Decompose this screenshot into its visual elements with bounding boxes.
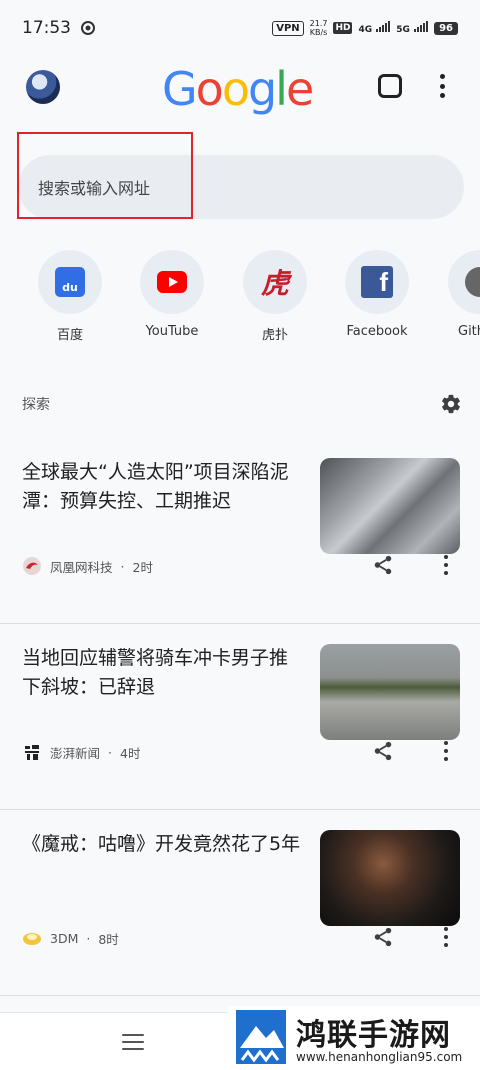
network-speed: 21.7 KB/s [310,19,328,37]
news-thumbnail[interactable] [320,644,460,740]
share-icon[interactable] [372,554,394,576]
shortcut-tiles: du 百度 YouTube 虎 虎扑 f Facebook Gith [0,250,480,350]
news-thumbnail[interactable] [320,458,460,554]
speed-unit: KB/s [309,28,328,37]
battery-indicator: 96 [434,21,458,35]
news-meta: 3DM · 8时 [22,928,119,948]
browser-header: Google [0,56,480,126]
shortcut-circle [140,250,204,314]
gear-icon[interactable] [440,393,462,415]
shortcut-label: 虎扑 [261,328,288,343]
news-meta: 澎湃新闻 · 4时 [22,742,140,762]
watermark: 鸿联手游网 www.henanhonglian95.com [228,1006,480,1070]
github-icon [465,267,480,297]
hd-badge: HD [333,22,353,34]
shortcut-circle [448,250,480,314]
watermark-logo-icon [236,1010,286,1064]
shortcut-youtube[interactable]: YouTube [122,250,222,339]
avatar[interactable] [26,70,60,104]
logo-letter: e [285,62,314,116]
signal-bars-icon [414,21,429,32]
logo-letter: l [275,62,288,116]
network-type-1: 4G [358,25,373,35]
shortcut-label: YouTube [145,324,199,339]
shortcut-facebook[interactable]: f Facebook [327,250,427,339]
signal-bars-icon [376,21,391,32]
shortcut-circle: 虎 [243,250,307,314]
ifeng-logo-icon [23,557,41,575]
news-title[interactable]: 当地回应辅警将骑车冲卡男子推下斜坡：已辞退 [22,644,304,702]
shortcut-circle: f [345,250,409,314]
baidu-glyph: du [62,281,78,294]
more-options-icon[interactable] [443,741,449,761]
status-bar: 17:53 VPN 21.7 KB/s HD 4G 5G 96 [0,0,480,56]
shortcut-baidu[interactable]: du 百度 [20,250,120,343]
logo-letter: G [162,62,198,116]
news-card[interactable]: 当地回应辅警将骑车冲卡男子推下斜坡：已辞退 澎湃新闻 · 4时 [0,624,480,810]
logo-letter: o [195,62,224,116]
news-source: 澎湃新闻 [50,745,101,761]
thepaper-logo-icon [25,745,39,760]
logo-letter: g [247,62,277,116]
more-options-icon[interactable] [443,927,449,947]
vpn-badge: VPN [272,20,304,36]
google-logo: Google [162,62,314,116]
meta-dot: · [108,744,112,760]
hupu-icon: 虎 [260,267,289,300]
baidu-icon: du [55,267,85,297]
facebook-icon: f [361,266,393,298]
watermark-url: www.henanhonglian95.com [296,1050,463,1064]
signal-4g: 4G [358,21,391,35]
news-title[interactable]: 《魔戒：咕噜》开发竟然花了5年 [22,830,304,859]
speed-value: 21.7 [309,19,328,28]
network-type-2: 5G [396,25,410,35]
meta-dot: · [120,558,125,574]
search-input[interactable]: 搜索或输入网址 [18,155,464,219]
more-options-icon[interactable] [443,555,449,575]
news-time: 8时 [98,931,119,947]
news-thumbnail[interactable] [320,830,460,926]
news-time: 2时 [132,559,153,575]
hamburger-menu-icon[interactable] [122,1034,144,1050]
shortcut-circle: du [38,250,102,314]
news-source: 3DM [50,930,79,946]
3dm-logo-icon [23,933,41,945]
tab-switcher-button[interactable] [378,74,402,98]
news-card[interactable]: 《魔戒：咕噜》开发竟然花了5年 3DM · 8时 [0,810,480,996]
share-icon[interactable] [372,740,394,762]
more-menu-button[interactable] [432,72,452,100]
news-meta: 凤凰网科技 · 2时 [22,556,153,576]
notification-icon [81,21,95,35]
news-source: 凤凰网科技 [50,559,113,575]
news-title[interactable]: 全球最大“人造太阳”项目深陷泥潭：预算失控、工期推迟 [22,458,304,516]
shortcut-label: Facebook [346,324,408,339]
shortcut-hupu[interactable]: 虎 虎扑 [225,250,325,343]
logo-letter: o [221,62,250,116]
search-placeholder: 搜索或输入网址 [38,179,151,198]
shortcut-label: 百度 [56,328,83,343]
youtube-icon [157,271,187,293]
shortcut-github[interactable]: Gith [430,250,480,339]
news-card[interactable]: 全球最大“人造太阳”项目深陷泥潭：预算失控、工期推迟 凤凰网科技 · 2时 [0,438,480,624]
meta-dot: · [86,930,91,946]
facebook-glyph: f [379,267,388,297]
watermark-title: 鸿联手游网 [296,1018,451,1053]
shortcut-label: Gith [458,324,480,339]
signal-5g: 5G [396,21,429,35]
discover-label: 探索 [22,397,50,413]
discover-header: 探索 [22,392,462,416]
clock: 17:53 [22,18,71,38]
news-time: 4时 [120,745,141,761]
share-icon[interactable] [372,926,394,948]
